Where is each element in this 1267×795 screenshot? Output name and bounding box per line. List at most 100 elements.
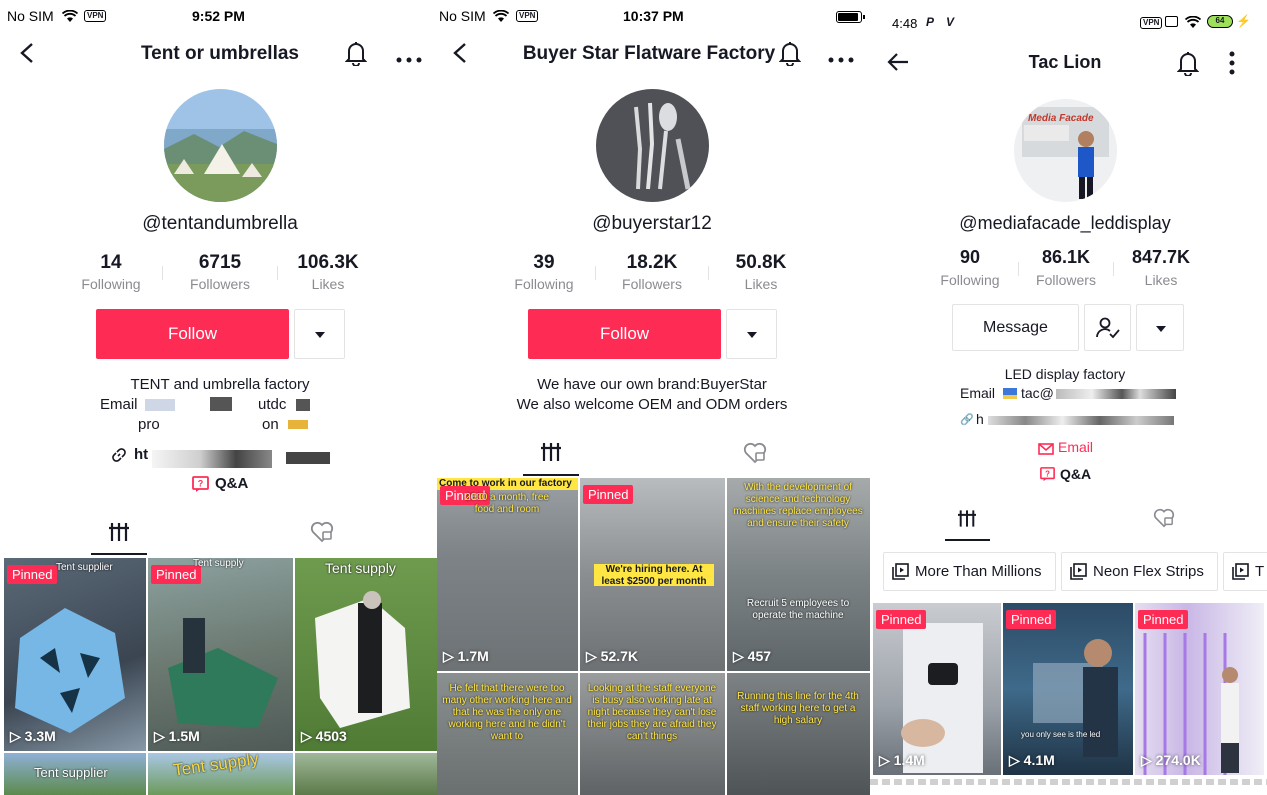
profile-panel-flatware: No SIM VPN 10:37 PM Buyer Star Flatware …: [437, 0, 870, 795]
qa-link[interactable]: Q&A: [215, 475, 248, 492]
video-caption: you only see is the led: [1021, 730, 1101, 739]
video-thumbnail[interactable]: [295, 753, 437, 795]
video-thumbnail[interactable]: With the development of science and tech…: [727, 478, 870, 671]
message-button[interactable]: Message: [952, 304, 1079, 351]
followers-label: Followers: [190, 276, 250, 292]
more-options-icon[interactable]: [828, 50, 854, 68]
pinned-badge: Pinned: [583, 485, 634, 504]
email-icon: [1038, 442, 1054, 460]
suggested-accounts-button[interactable]: [1136, 304, 1184, 351]
more-options-icon[interactable]: [1229, 51, 1235, 80]
redacted-text: [152, 450, 272, 468]
videos-tab-icon[interactable]: [958, 510, 976, 532]
liked-videos-tab-icon[interactable]: [310, 521, 334, 548]
link-icon: 🔗: [960, 414, 974, 426]
view-count-value: 457: [747, 648, 772, 664]
likes-label: Likes: [311, 276, 345, 292]
bio-link[interactable]: ht: [134, 446, 148, 463]
likes-count: 847.7K: [1131, 247, 1191, 267]
back-button[interactable]: [451, 42, 469, 69]
following-label: Following: [940, 272, 1000, 288]
suggested-accounts-button[interactable]: [294, 309, 345, 359]
follow-button[interactable]: Follow: [528, 309, 721, 359]
bio-email-label: Email: [960, 385, 996, 401]
redacted-text: [210, 397, 232, 411]
more-options-icon[interactable]: [396, 50, 422, 68]
video-thumbnail[interactable]: Pinned Tent supplier ▷ 3.3M: [4, 558, 146, 751]
video-thumbnail[interactable]: Tent supply ▷ 4503: [295, 558, 437, 751]
videos-tab-icon[interactable]: [541, 443, 561, 466]
pinned-badge: Pinned: [7, 565, 58, 584]
video-thumbnail[interactable]: Come to work in our factory Pinned 2000 …: [437, 478, 578, 671]
video-caption: With the development of science and tech…: [733, 482, 863, 529]
page-title: Buyer Star Flatware Factory: [522, 43, 776, 64]
followers-label: Followers: [622, 276, 682, 292]
liked-videos-tab-icon[interactable]: [1153, 508, 1175, 533]
avatar: Media Facade: [1014, 99, 1117, 202]
video-caption: Tent supply: [193, 558, 244, 569]
active-tab-indicator: [945, 539, 990, 541]
view-count: ▷ 52.7K: [586, 648, 639, 664]
bell-icon[interactable]: [1176, 50, 1200, 81]
profile-panel-tent: No SIM VPN 9:52 PM Tent or umbrellas @te…: [0, 0, 437, 795]
video-caption: Tent supplier: [34, 765, 108, 780]
video-thumbnail[interactable]: Pinned ▷ 1.4M: [873, 603, 1001, 775]
view-count: ▷ 1.7M: [443, 648, 489, 664]
back-button[interactable]: [18, 42, 36, 69]
qa-link[interactable]: Q&A: [1060, 466, 1091, 482]
liked-videos-tab-icon[interactable]: [743, 442, 767, 469]
playlist-icon: [1070, 563, 1087, 580]
following-count: 39: [533, 252, 555, 273]
email-link[interactable]: Email: [1058, 439, 1093, 455]
battery-level: 64: [1207, 15, 1233, 28]
wifi-icon: [492, 9, 510, 27]
vpn-badge: VPN: [84, 10, 107, 22]
link-icon: [112, 448, 126, 467]
video-progress-strip: [870, 779, 1267, 785]
vpn-icon: VPN: [1140, 17, 1163, 29]
svg-text:?: ?: [198, 479, 204, 489]
bell-icon[interactable]: [344, 40, 368, 71]
bio-line-1: LED display factory: [1004, 366, 1126, 382]
caret-down-icon: [747, 332, 757, 338]
status-carrier: No SIM: [439, 8, 486, 24]
playlist-label: More Than Millions: [915, 563, 1042, 580]
video-thumbnail[interactable]: He felt that there were too many other w…: [437, 673, 578, 795]
likes-label: Likes: [1144, 272, 1178, 288]
wifi-icon: [61, 9, 79, 27]
avatar: [164, 89, 277, 202]
video-thumbnail[interactable]: Pinned We're hiring here. At least $2500…: [580, 478, 725, 671]
playlist-icon: [1232, 563, 1249, 580]
video-thumbnail[interactable]: Tent supplier: [4, 753, 146, 795]
active-tab-indicator: [523, 474, 579, 476]
bio-line-2: We also welcome OEM and ODM orders: [516, 396, 788, 413]
videos-tab-icon[interactable]: [109, 523, 129, 546]
video-thumbnail[interactable]: Pinned Tent supply ▷ 1.5M: [148, 558, 293, 751]
avatar-sign-text: Media Facade: [1028, 113, 1094, 124]
profile-handle: @mediafacade_leddisplay: [959, 213, 1171, 233]
video-thumbnail[interactable]: Pinned you only see is the led ▷ 4.1M: [1003, 603, 1133, 775]
follow-button[interactable]: Follow: [96, 309, 289, 359]
video-caption: Looking at the staff everyone is busy al…: [587, 683, 717, 742]
view-count-value: 274.0K: [1155, 752, 1201, 768]
view-count-value: 3.3M: [24, 728, 56, 744]
status-time: 10:37 PM: [623, 8, 684, 24]
video-thumbnail[interactable]: Running this line for the 4th staff work…: [727, 673, 870, 795]
video-caption: Running this line for the 4th staff work…: [737, 691, 859, 726]
back-arrow-icon[interactable]: [886, 51, 910, 78]
video-thumbnail[interactable]: Looking at the staff everyone is busy al…: [580, 673, 725, 795]
bio-pro-text: pro: [138, 416, 160, 433]
bell-icon[interactable]: [778, 40, 802, 71]
playlist-chip[interactable]: More Than Millions: [883, 552, 1056, 591]
video-caption: We're hiring here. At least $2500 per mo…: [601, 564, 707, 587]
unfollow-button[interactable]: [1084, 304, 1131, 351]
bio-link[interactable]: h: [976, 411, 984, 427]
video-thumbnail[interactable]: Tent supply: [148, 753, 293, 795]
playlist-chip[interactable]: T: [1223, 552, 1267, 591]
suggested-accounts-button[interactable]: [726, 309, 777, 359]
view-count: ▷ 4.1M: [1009, 752, 1055, 768]
qa-icon: ?: [1040, 467, 1055, 487]
video-thumbnail[interactable]: Pinned ▷ 274.0K: [1135, 603, 1264, 775]
playlist-chip[interactable]: Neon Flex Strips: [1061, 552, 1218, 591]
stat-divider: [162, 266, 163, 280]
